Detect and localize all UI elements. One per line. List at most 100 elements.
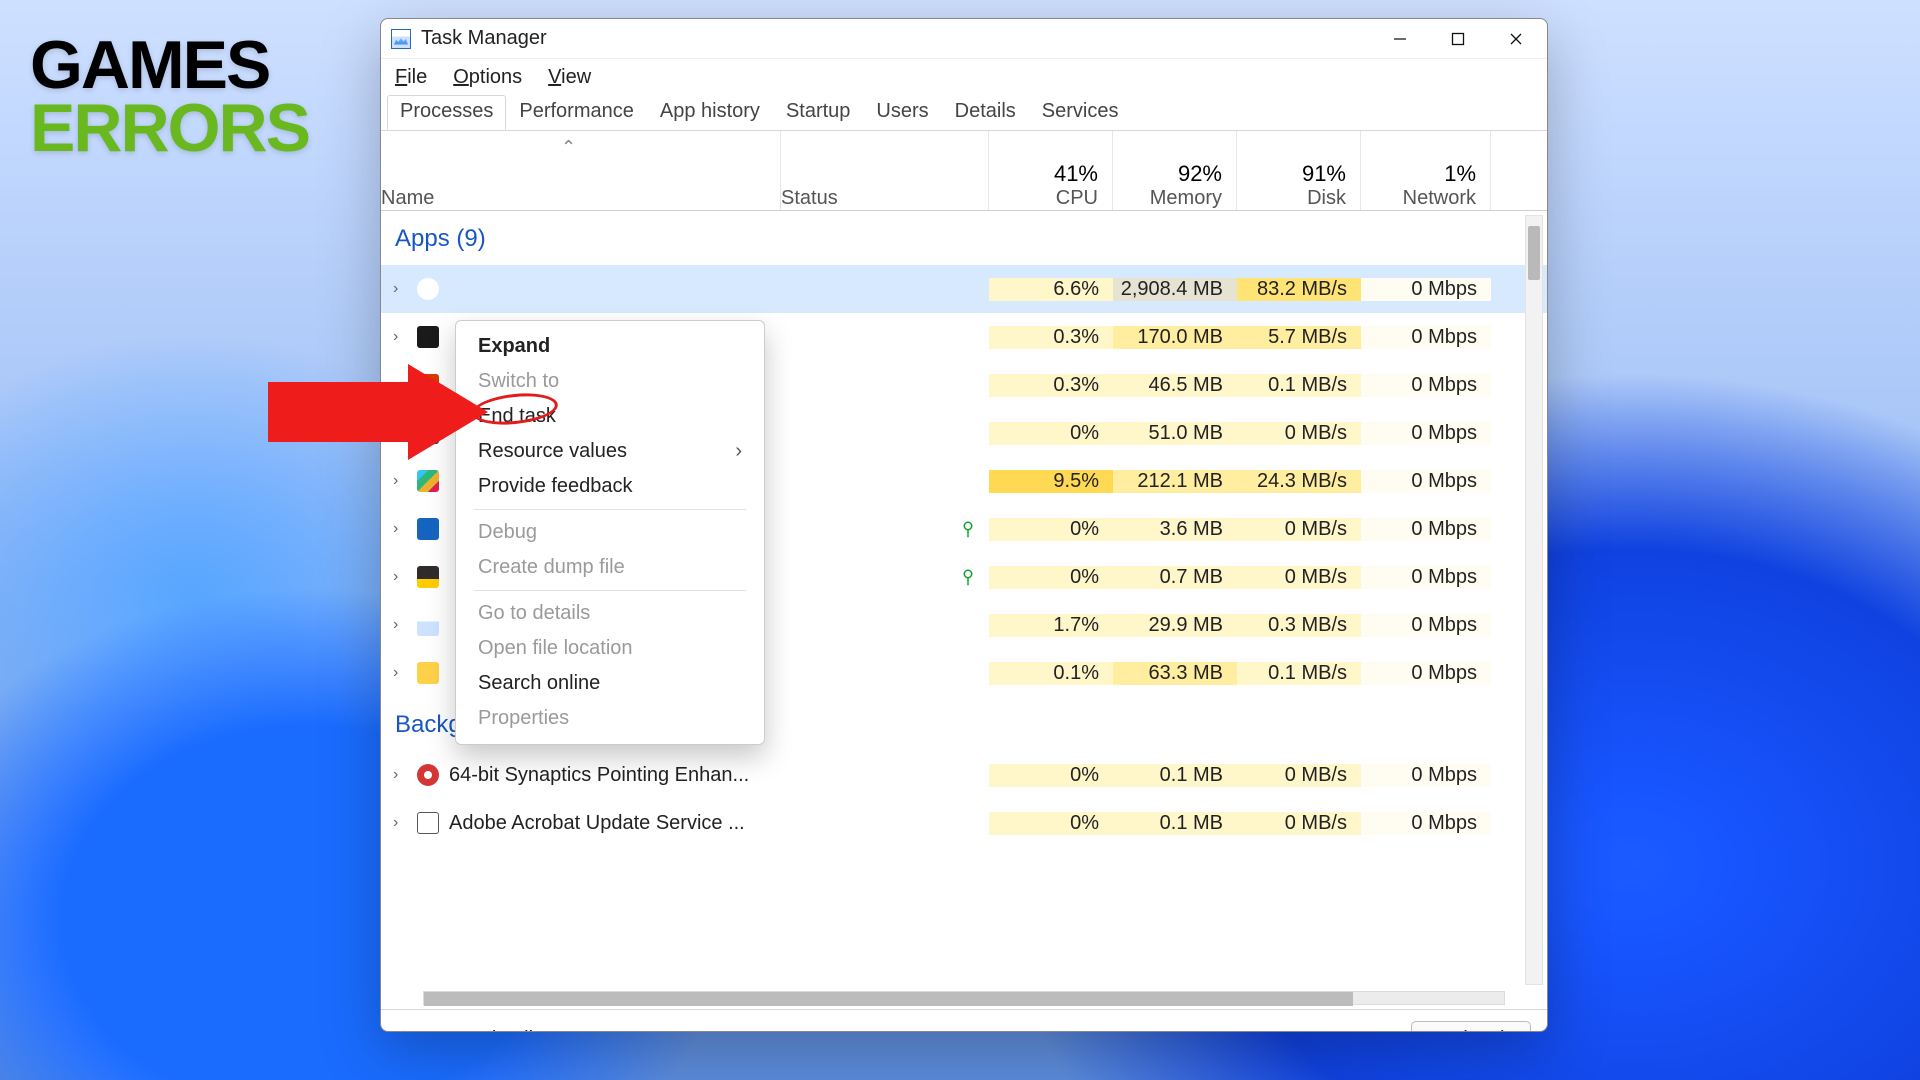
ctx-resource-values[interactable]: Resource values [456,434,764,469]
ctx-end-task[interactable]: End task [456,399,764,434]
titlebar[interactable]: Task Manager [381,19,1547,59]
app-icon [417,764,439,786]
cell-cpu: 0% [989,422,1113,445]
ctx-separator [474,509,746,510]
expand-chevron-icon[interactable] [393,520,407,538]
expand-chevron-icon[interactable] [393,616,407,634]
window-title: Task Manager [421,27,547,50]
logo-line1: GAMES [30,34,309,97]
cell-mem: 212.1 MB [1113,470,1237,493]
section-apps[interactable]: Apps (9) [381,211,1547,265]
horizontal-scrollbar[interactable] [381,987,1547,1009]
cell-cpu: 0% [989,518,1113,541]
process-row[interactable]: 64-bit Synaptics Pointing Enhan...0%0.1 … [381,751,1547,799]
ctx-expand[interactable]: Expand [456,329,764,364]
expand-chevron-icon[interactable] [393,568,407,586]
app-icon [417,812,439,834]
ctx-switch-to: Switch to [456,364,764,399]
maximize-button[interactable] [1429,19,1487,59]
cell-disk: 0 MB/s [1237,422,1361,445]
expand-chevron-icon[interactable] [393,814,407,832]
cell-net: 0 Mbps [1361,422,1491,445]
cell-mem: 51.0 MB [1113,422,1237,445]
tab-processes[interactable]: Processes [387,95,506,130]
menubar: File Options View [381,59,1547,95]
header-disk[interactable]: 91%Disk [1237,131,1361,210]
header-network[interactable]: 1%Network [1361,131,1491,210]
cell-disk: 0 MB/s [1237,812,1361,835]
cell-net: 0 Mbps [1361,614,1491,637]
ctx-properties: Properties [456,701,764,736]
chevron-up-icon: ⌃ [397,1028,412,1032]
cell-cpu: 6.6% [989,278,1113,301]
cell-disk: 0.3 MB/s [1237,614,1361,637]
cell-cpu: 0% [989,812,1113,835]
tab-app-history[interactable]: App history [647,95,773,130]
expand-chevron-icon[interactable] [393,472,407,490]
app-icon [417,614,439,636]
expand-chevron-icon[interactable] [393,424,407,442]
tab-details[interactable]: Details [942,95,1029,130]
header-memory[interactable]: 92%Memory [1113,131,1237,210]
context-menu: Expand Switch to End task Resource value… [455,320,765,745]
menu-file[interactable]: File [395,66,427,89]
scrollbar-thumb[interactable] [1528,226,1540,280]
cell-cpu: 0.3% [989,374,1113,397]
expand-chevron-icon[interactable] [393,280,407,298]
expand-chevron-icon[interactable] [393,766,407,784]
cell-disk: 0.1 MB/s [1237,662,1361,685]
fewer-details-link[interactable]: ⌃ Fewer details [397,1028,543,1032]
process-name: 64-bit Synaptics Pointing Enhan... [449,764,749,787]
cell-cpu: 9.5% [989,470,1113,493]
menu-options[interactable]: Options [453,66,522,89]
leaf-icon [959,520,977,538]
cell-mem: 29.9 MB [1113,614,1237,637]
cell-net: 0 Mbps [1361,470,1491,493]
cell-disk: 0 MB/s [1237,764,1361,787]
vertical-scrollbar[interactable] [1525,215,1543,985]
close-button[interactable] [1487,19,1545,59]
cell-net: 0 Mbps [1361,374,1491,397]
cell-disk: 5.7 MB/s [1237,326,1361,349]
ctx-provide-feedback[interactable]: Provide feedback [456,469,764,504]
expand-chevron-icon[interactable] [393,376,407,394]
cell-net: 0 Mbps [1361,662,1491,685]
cell-disk: 24.3 MB/s [1237,470,1361,493]
ctx-search-online[interactable]: Search online [456,666,764,701]
header-cpu[interactable]: 41%CPU [989,131,1113,210]
sort-indicator-icon [561,137,576,158]
cell-mem: 46.5 MB [1113,374,1237,397]
expand-chevron-icon[interactable] [393,328,407,346]
tab-services[interactable]: Services [1029,95,1132,130]
expand-chevron-icon[interactable] [393,664,407,682]
app-icon [417,326,439,348]
tab-performance[interactable]: Performance [506,95,647,130]
end-task-button[interactable]: End task [1411,1021,1531,1032]
cell-cpu: 0.1% [989,662,1113,685]
app-icon [417,662,439,684]
process-name: Adobe Acrobat Update Service ... [449,812,745,835]
cell-net: 0 Mbps [1361,518,1491,541]
cell-cpu: 0% [989,764,1113,787]
bottom-bar: ⌃ Fewer details End task [381,1009,1547,1032]
cell-cpu: 0% [989,566,1113,589]
tab-users[interactable]: Users [863,95,941,130]
cell-net: 0 Mbps [1361,812,1491,835]
app-icon [417,278,439,300]
cell-mem: 2,908.4 MB [1113,278,1237,301]
menu-view[interactable]: View [548,66,591,89]
minimize-button[interactable] [1371,19,1429,59]
header-status[interactable]: Status [781,131,989,210]
app-icon [417,422,439,444]
app-icon [417,470,439,492]
app-icon [417,374,439,396]
ctx-open-file-location: Open file location [456,631,764,666]
tab-startup[interactable]: Startup [773,95,863,130]
tab-bar: ProcessesPerformanceApp historyStartupUs… [381,95,1547,131]
ctx-separator [474,590,746,591]
app-icon [417,566,439,588]
process-row[interactable]: Adobe Acrobat Update Service ...0%0.1 MB… [381,799,1547,847]
process-row[interactable]: 6.6%2,908.4 MB83.2 MB/s0 Mbps [381,265,1547,313]
header-name[interactable]: Name [381,131,781,210]
cell-disk: 83.2 MB/s [1237,278,1361,301]
